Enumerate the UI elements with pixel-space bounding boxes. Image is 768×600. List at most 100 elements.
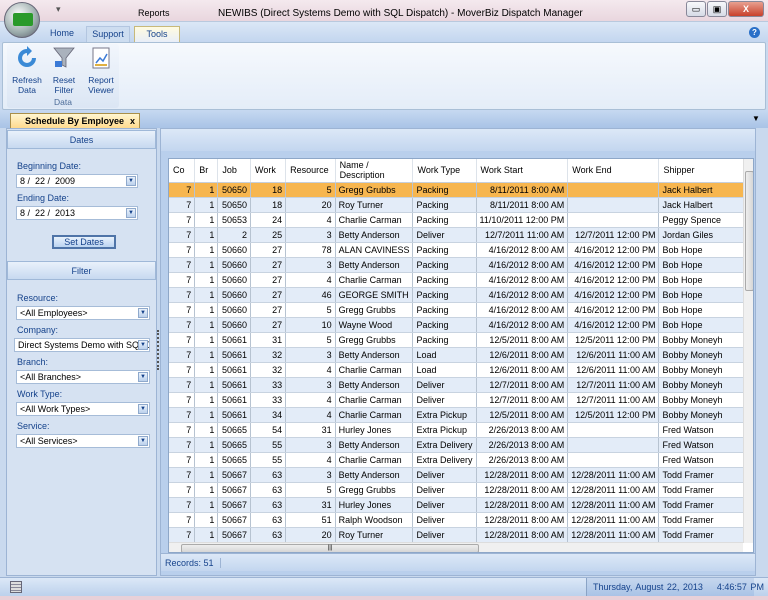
company-select[interactable]: Direct Systems Demo with SQL D ▼ — [14, 338, 150, 352]
filter-panel: Dates Beginning Date: 8 / 22 / 2009 ▼ End… — [6, 128, 157, 576]
table-row[interactable]: 7 1 50665 54 31 Hurley Jones Extra Pickup 2/26/… — [169, 422, 753, 438]
table-row[interactable]: 7 1 50660 27 78 ALAN CAVINESS Packing 4/16/2012… — [169, 242, 753, 258]
table-cell: 50661 — [217, 407, 251, 423]
table-row[interactable]: 7 1 50667 63 51 Ralph Woodson Deliver 12/28/201… — [169, 512, 753, 528]
table-row[interactable]: 7 1 50660 27 5 Gregg Grubbs Packing 4/16/2012 8… — [169, 302, 753, 318]
table-cell — [567, 182, 660, 198]
maximize-button[interactable]: ▣ — [707, 1, 727, 17]
table-row[interactable]: 7 1 50661 33 4 Charlie Carman Deliver 12/7/2011… — [169, 392, 753, 408]
horizontal-scrollbar[interactable]: ||| — [169, 542, 743, 552]
application-menu-button[interactable] — [4, 2, 40, 38]
chevron-down-icon[interactable]: ▼ — [138, 372, 148, 382]
window-frame — [0, 596, 768, 600]
table-cell: Jack Halbert — [658, 197, 753, 213]
panel-splitter[interactable] — [157, 330, 159, 370]
close-button[interactable]: X — [728, 1, 764, 17]
table-row[interactable]: 7 1 50660 27 46 GEORGE SMITH Packing 4/16/2012 … — [169, 287, 753, 303]
table-cell: 7 — [169, 242, 196, 258]
table-cell: 12/7/2011 12:00 PM — [567, 227, 660, 243]
column-header[interactable]: Shipper — [658, 159, 753, 183]
table-cell: 1 — [194, 272, 219, 288]
column-header[interactable]: Name / Description — [335, 159, 414, 183]
table-row[interactable]: 7 1 50661 33 3 Betty Anderson Deliver 12/7/2011… — [169, 377, 753, 393]
table-row[interactable]: 7 1 50665 55 3 Betty Anderson Extra Delivery 2/… — [169, 437, 753, 453]
column-header[interactable]: Br — [194, 159, 219, 183]
table-cell: Gregg Grubbs — [335, 302, 414, 318]
help-icon[interactable]: ? — [749, 27, 760, 38]
report-viewer-button[interactable]: Report Viewer — [84, 46, 118, 95]
table-cell: 7 — [169, 452, 196, 468]
horizontal-scroll-thumb[interactable]: ||| — [181, 544, 479, 552]
tab-list-dropdown-icon[interactable]: ▼ — [752, 114, 760, 123]
beginning-date-label: Beginning Date: — [17, 161, 82, 171]
table-row[interactable]: 7 1 2 25 3 Betty Anderson Deliver 12/7/2011 11:… — [169, 227, 753, 243]
table-cell: 1 — [194, 407, 219, 423]
service-select[interactable]: <All Services> ▼ — [16, 434, 150, 448]
close-tab-icon[interactable]: x — [130, 114, 135, 128]
truck-logo-icon — [13, 13, 33, 26]
table-row[interactable]: 7 1 50650 18 5 Gregg Grubbs Packing 8/11/2011 8… — [169, 182, 753, 198]
tab-schedule-by-employee[interactable]: Schedule By Employee x — [10, 113, 140, 129]
column-header[interactable]: Work Type — [412, 159, 477, 183]
table-row[interactable]: 7 1 50667 63 3 Betty Anderson Deliver 12/28/201… — [169, 467, 753, 483]
table-row[interactable]: 7 1 50661 34 4 Charlie Carman Extra Pickup 12/5… — [169, 407, 753, 423]
beginning-date-picker[interactable]: 8 / 22 / 2009 ▼ — [16, 174, 138, 188]
resource-select[interactable]: <All Employees> ▼ — [16, 306, 150, 320]
vertical-scrollbar[interactable] — [743, 159, 753, 543]
column-header[interactable]: Co — [169, 159, 196, 183]
column-header[interactable]: Work End — [567, 159, 660, 183]
table-row[interactable]: 7 1 50667 63 5 Gregg Grubbs Deliver 12/28/2011 … — [169, 482, 753, 498]
ending-date-picker[interactable]: 8 / 22 / 2013 ▼ — [16, 206, 138, 220]
table-row[interactable]: 7 1 50650 18 20 Roy Turner Packing 8/11/2011 8:… — [169, 197, 753, 213]
table-cell: 12/7/2011 11:00 AM — [567, 377, 660, 393]
table-row[interactable]: 7 1 50660 27 4 Charlie Carman Packing 4/16/2012… — [169, 272, 753, 288]
table-row[interactable]: 7 1 50667 63 20 Roy Turner Deliver 12/28/2011 8… — [169, 527, 753, 543]
column-header[interactable]: Job — [217, 159, 251, 183]
table-cell: 32 — [250, 362, 287, 378]
dates-section-header[interactable]: Dates — [7, 130, 156, 149]
table-cell: 27 — [250, 317, 287, 333]
table-cell: 5 — [285, 482, 336, 498]
vertical-scroll-thumb[interactable] — [745, 171, 753, 291]
column-header[interactable]: Work — [250, 159, 287, 183]
table-cell: 7 — [169, 182, 196, 198]
table-row[interactable]: 7 1 50661 31 5 Gregg Grubbs Packing 12/5/2011 8… — [169, 332, 753, 348]
chevron-down-icon[interactable]: ▼ — [138, 308, 148, 318]
table-cell: Todd Framer — [658, 527, 753, 543]
filter-section-header[interactable]: Filter — [7, 261, 156, 280]
table-cell: Extra Delivery — [412, 452, 477, 468]
status-panel-icon[interactable] — [10, 581, 22, 593]
table-cell: 34 — [250, 407, 287, 423]
tab-home[interactable]: Home — [45, 26, 79, 42]
table-cell: 12/28/2011 11:00 AM — [567, 497, 660, 513]
work-type-select[interactable]: <All Work Types> ▼ — [16, 402, 150, 416]
chevron-down-icon[interactable]: ▼ — [138, 340, 148, 350]
table-row[interactable]: 7 1 50653 24 4 Charlie Carman Packing 11/10/201… — [169, 212, 753, 228]
column-header[interactable]: Resource — [285, 159, 336, 183]
ribbon-group-data: Refresh Data Reset Filter Report Viewer … — [7, 44, 119, 108]
tab-tools[interactable]: Tools — [134, 26, 180, 42]
branch-select[interactable]: <All Branches> ▼ — [16, 370, 150, 384]
chevron-down-icon[interactable]: ▼ — [126, 208, 136, 218]
table-row[interactable]: 7 1 50660 27 10 Wayne Wood Packing 4/16/2012 8:… — [169, 317, 753, 333]
tab-support[interactable]: Support — [86, 26, 130, 42]
table-cell: Bob Hope — [658, 302, 753, 318]
column-header[interactable]: Work Start — [476, 159, 569, 183]
refresh-data-button[interactable]: Refresh Data — [10, 46, 44, 95]
table-row[interactable]: 7 1 50665 55 4 Charlie Carman Extra Delivery 2/… — [169, 452, 753, 468]
quick-access-dropdown-icon[interactable]: ▾ — [56, 4, 61, 15]
table-cell: 4 — [285, 212, 336, 228]
table-row[interactable]: 7 1 50661 32 4 Charlie Carman Load 12/6/2011 8:… — [169, 362, 753, 378]
table-row[interactable]: 7 1 50667 63 31 Hurley Jones Deliver 12/28/2011… — [169, 497, 753, 513]
table-cell: Bob Hope — [658, 317, 753, 333]
chevron-down-icon[interactable]: ▼ — [126, 176, 136, 186]
contextual-tab-reports[interactable]: Reports — [138, 8, 170, 18]
chevron-down-icon[interactable]: ▼ — [138, 404, 148, 414]
table-cell: 4/16/2012 12:00 PM — [567, 317, 660, 333]
table-row[interactable]: 7 1 50661 32 3 Betty Anderson Load 12/6/2011 8:… — [169, 347, 753, 363]
chevron-down-icon[interactable]: ▼ — [138, 436, 148, 446]
reset-filter-button[interactable]: Reset Filter — [47, 46, 81, 95]
table-row[interactable]: 7 1 50660 27 3 Betty Anderson Packing 4/16/2012… — [169, 257, 753, 273]
set-dates-button[interactable]: Set Dates — [52, 235, 116, 249]
minimize-button[interactable]: ▭ — [686, 1, 706, 17]
